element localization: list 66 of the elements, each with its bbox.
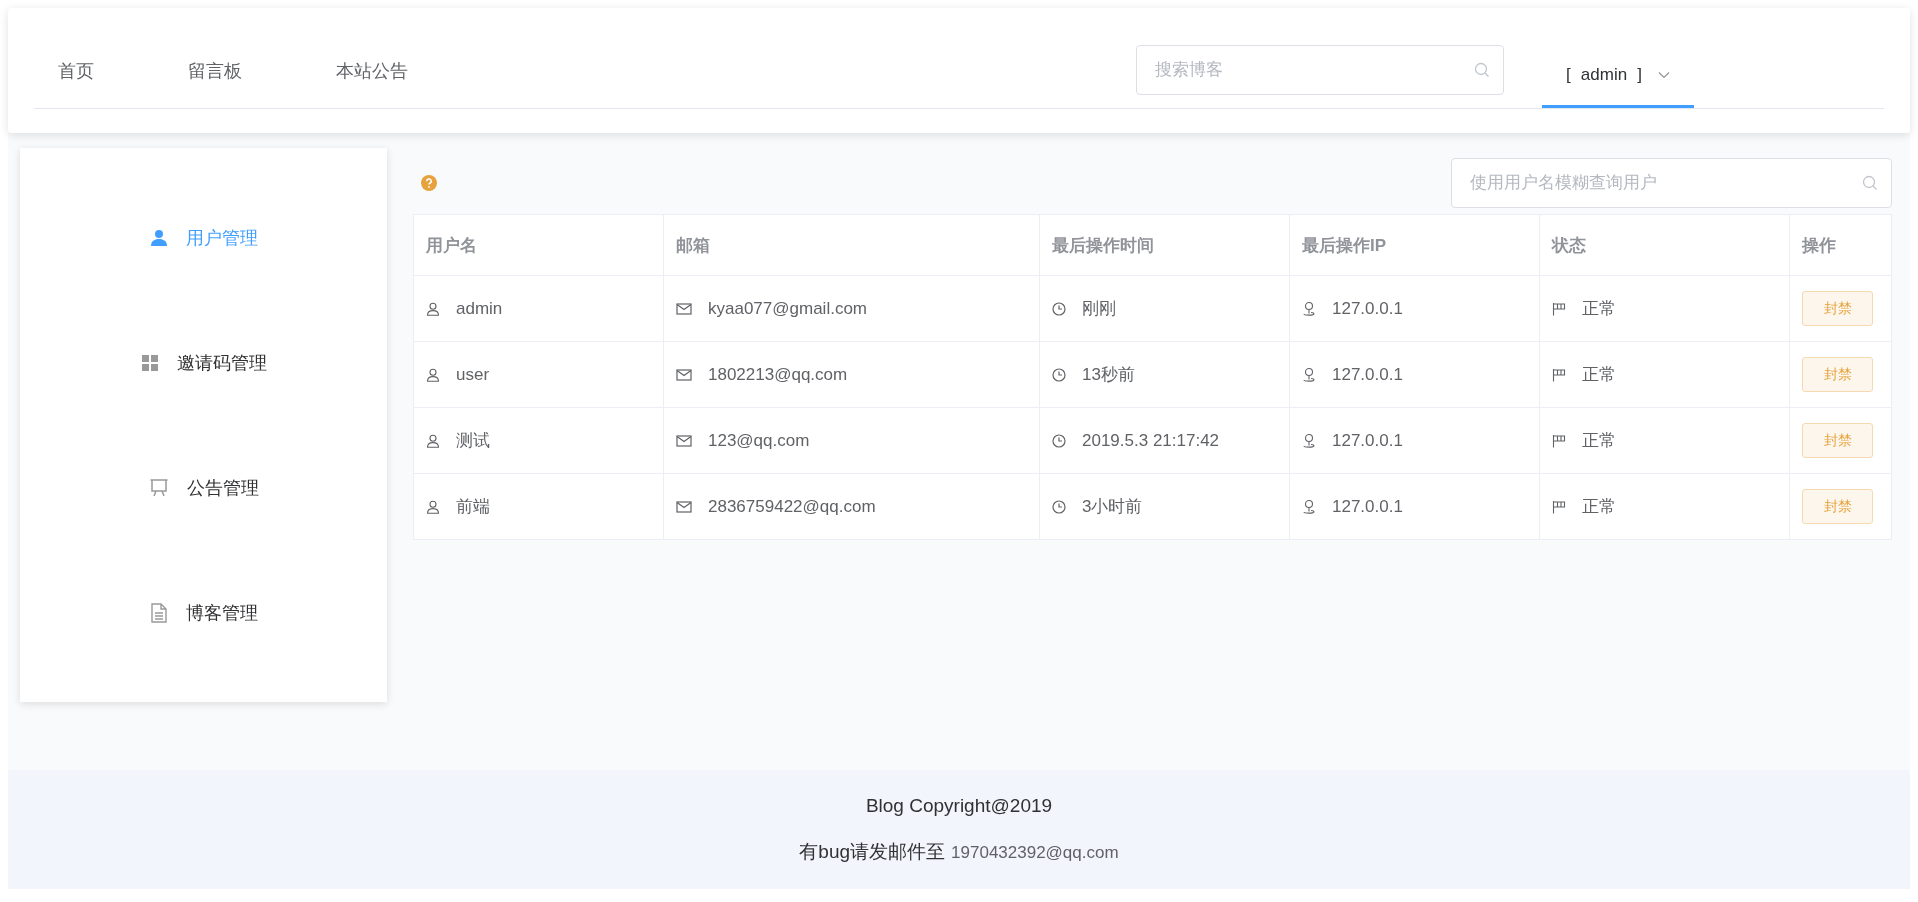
sidebar-item[interactable]: 邀请码管理	[20, 300, 387, 425]
flag-icon	[1552, 301, 1566, 316]
search-icon	[1862, 175, 1878, 191]
table-cell: 2836759422@qq.com	[708, 496, 876, 517]
nav-link[interactable]: 首页	[34, 45, 120, 97]
grid-icon	[140, 353, 159, 372]
column-header: 最后操作IP	[1289, 214, 1540, 276]
search-icon	[1474, 62, 1490, 78]
table-cell-text: 测试	[456, 430, 490, 452]
user-menu[interactable]: [ admin ]	[1542, 8, 1694, 108]
sidebar-item[interactable]: 博客管理	[20, 550, 387, 675]
table-cell-text: 正常	[1582, 364, 1616, 386]
location-icon	[1302, 300, 1316, 317]
flag-icon	[1552, 433, 1566, 448]
table-cell-text: 前端	[456, 496, 490, 518]
table-cell: admin	[456, 298, 503, 319]
table-cell: kyaa077@gmail.com	[708, 298, 867, 319]
sidebar-item[interactable]: 公告管理	[20, 425, 387, 550]
table-cell: 127.0.0.1	[1332, 430, 1403, 451]
location-icon	[1302, 432, 1316, 449]
table-cell: 2019.5.3 21:17:42	[1082, 430, 1220, 451]
email-link[interactable]: 1970432392@qq.com	[951, 842, 1119, 863]
nav-link[interactable]: 本站公告	[312, 45, 434, 97]
table-cell: 123@qq.com	[708, 430, 810, 451]
table-cell-text: 3小时前	[1082, 496, 1143, 518]
user-icon	[426, 301, 440, 316]
user-icon	[426, 433, 440, 448]
document-icon	[149, 602, 168, 623]
mail-icon	[676, 302, 692, 315]
table-cell-text: 正常	[1582, 298, 1616, 320]
search-field[interactable]: 搜索博客	[1136, 45, 1504, 95]
caret-icon	[1657, 70, 1670, 79]
help-icon[interactable]	[421, 175, 437, 191]
clock-icon	[1052, 367, 1066, 382]
column-header: 用户名	[413, 214, 664, 276]
user-icon	[426, 367, 440, 382]
table-cell-text: 刚刚	[1082, 298, 1116, 320]
location-icon	[1302, 366, 1316, 383]
location-icon	[1302, 498, 1316, 515]
flag-icon	[1552, 499, 1566, 514]
mail-icon	[676, 500, 692, 513]
table-cell: user	[456, 364, 490, 385]
column-header: 状态	[1539, 214, 1790, 276]
column-header: 操作	[1789, 214, 1892, 276]
flag-icon	[1552, 367, 1566, 382]
clock-icon	[1052, 499, 1066, 514]
column-header: 邮箱	[663, 214, 1040, 276]
table-cell-text: 正常	[1582, 496, 1616, 518]
bug-report-text: 有bug请发邮件至	[799, 839, 946, 864]
column-header: 最后操作时间	[1039, 214, 1290, 276]
clock-icon	[1052, 433, 1066, 448]
mail-icon	[676, 368, 692, 381]
nav-link[interactable]: 留言板	[164, 45, 268, 97]
table-cell: 1802213@qq.com	[708, 364, 848, 385]
copyright-text: Blog Copyright@2019	[865, 794, 1053, 817]
table-cell-text: 正常	[1582, 430, 1616, 452]
clock-icon	[1052, 301, 1066, 316]
table-cell: 127.0.0.1	[1332, 496, 1403, 517]
user-icon	[426, 499, 440, 514]
easel-icon	[148, 477, 169, 498]
user-icon	[149, 228, 168, 247]
search-field[interactable]: 使用用户名模糊查询用户	[1451, 158, 1892, 208]
table-cell-text: 13秒前	[1082, 364, 1135, 386]
table-cell: 127.0.0.1	[1332, 364, 1403, 385]
table-cell: 127.0.0.1	[1332, 298, 1403, 319]
mail-icon	[676, 434, 692, 447]
